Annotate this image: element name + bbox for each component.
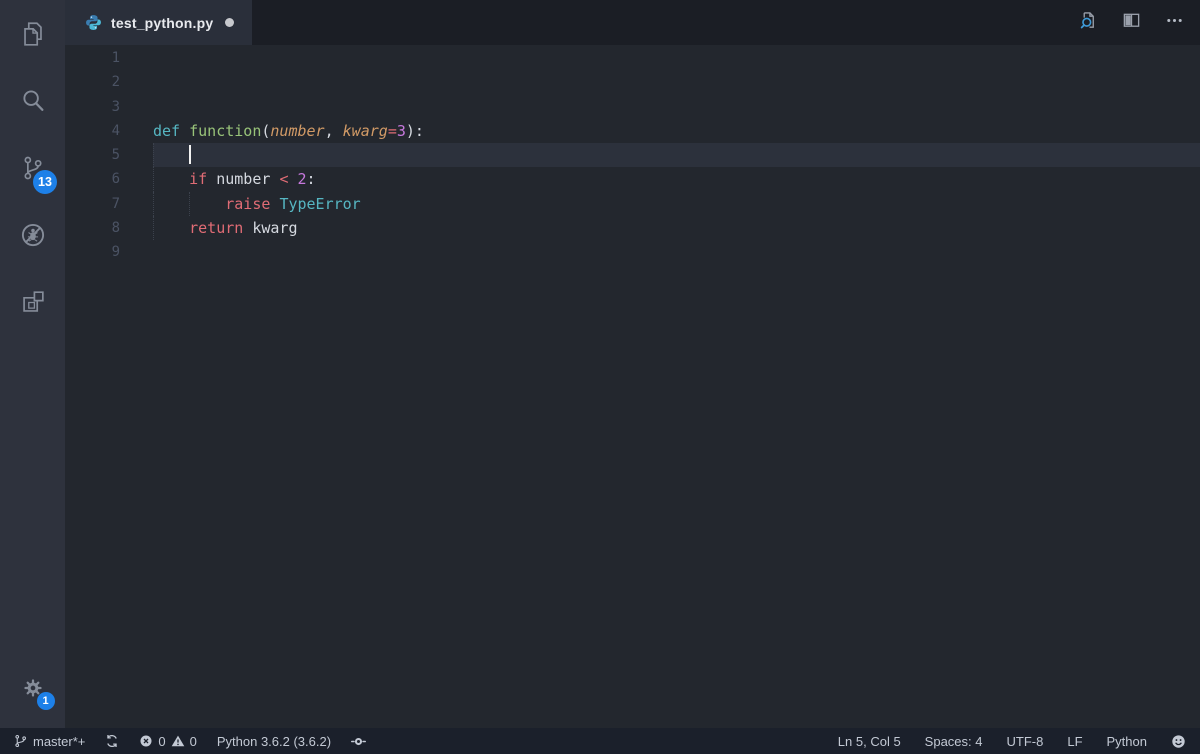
- tab-bar: test_python.py: [65, 0, 1200, 45]
- split-editor-button[interactable]: [1122, 11, 1141, 35]
- code-line-9[interactable]: 9: [65, 240, 1200, 264]
- status-indentation[interactable]: Spaces: 4: [925, 734, 983, 749]
- code-line-2[interactable]: 2: [65, 70, 1200, 94]
- code-line-8[interactable]: 8 return kwarg: [65, 216, 1200, 240]
- badge: 13: [33, 170, 57, 194]
- code-line-5[interactable]: 5: [65, 143, 1200, 167]
- more-icon: [1165, 11, 1184, 35]
- status-text: Python: [1107, 734, 1147, 749]
- status-text: Spaces: 4: [925, 734, 983, 749]
- line-content: raise TypeError: [153, 192, 1200, 216]
- activity-bar-bottom: 1: [0, 660, 65, 720]
- modified-dot-icon[interactable]: [225, 18, 234, 27]
- code-line-7[interactable]: 7 raise TypeError: [65, 192, 1200, 216]
- status-git-branch[interactable]: master*+: [14, 734, 85, 749]
- status-text: 0: [190, 734, 197, 749]
- files-icon: [18, 19, 48, 49]
- error-icon: [139, 734, 153, 748]
- indent-guide: [153, 216, 154, 240]
- status-text: Ln 5, Col 5: [838, 734, 901, 749]
- indent-guide: [153, 167, 154, 191]
- status-text: UTF-8: [1007, 734, 1044, 749]
- status-sync[interactable]: [105, 734, 119, 748]
- line-content: [153, 95, 1200, 119]
- line-content: if number < 2:: [153, 167, 1200, 191]
- tab-test-python[interactable]: test_python.py: [65, 0, 252, 45]
- code-line-1[interactable]: 1: [65, 46, 1200, 70]
- activity-item-search[interactable]: [0, 67, 65, 134]
- line-content: return kwarg: [153, 216, 1200, 240]
- line-number: 5: [65, 143, 120, 167]
- status-right: Ln 5, Col 5 Spaces: 4 UTF-8 LF Python: [838, 734, 1186, 749]
- status-text: master*+: [33, 734, 85, 749]
- warning-icon: [171, 734, 185, 748]
- text-cursor: [189, 145, 191, 164]
- activity-item-settings[interactable]: 1: [20, 675, 46, 706]
- line-number: 3: [65, 95, 120, 119]
- python-file-icon: [85, 14, 102, 31]
- code-line-3[interactable]: 3: [65, 95, 1200, 119]
- preview-icon: [1079, 11, 1098, 35]
- code-line-6[interactable]: 6 if number < 2:: [65, 167, 1200, 191]
- status-language-mode[interactable]: Python: [1107, 734, 1147, 749]
- tab-title: test_python.py: [111, 15, 213, 31]
- target-icon: [351, 734, 366, 749]
- line-number: 8: [65, 216, 120, 240]
- status-problems[interactable]: 00: [139, 734, 196, 749]
- line-content: [153, 70, 1200, 94]
- line-number: 6: [65, 167, 120, 191]
- status-text: LF: [1067, 734, 1082, 749]
- status-python-version[interactable]: Python 3.6.2 (3.6.2): [217, 734, 331, 749]
- line-number: 2: [65, 70, 120, 94]
- activity-bar: 13 1: [0, 0, 65, 728]
- open-preview-button[interactable]: [1079, 11, 1098, 35]
- activity-item-debug[interactable]: [0, 201, 65, 268]
- activity-item-extensions[interactable]: [0, 268, 65, 335]
- activity-bar-top: 13: [0, 0, 65, 335]
- more-actions-button[interactable]: [1165, 11, 1184, 35]
- status-linter-target[interactable]: [351, 734, 366, 749]
- status-text: Python 3.6.2 (3.6.2): [217, 734, 331, 749]
- editor[interactable]: 1234 def function(number, kwarg=3): 56 if …: [65, 45, 1200, 728]
- code-lines: 1234 def function(number, kwarg=3): 56 if …: [65, 45, 1200, 265]
- branch-icon: [14, 734, 28, 748]
- activity-item-source-control[interactable]: 13: [0, 134, 65, 201]
- code-line-4[interactable]: 4 def function(number, kwarg=3):: [65, 119, 1200, 143]
- status-text: 0: [158, 734, 165, 749]
- line-content: def function(number, kwarg=3):: [153, 119, 1200, 143]
- line-content: [153, 240, 1200, 264]
- status-bar: master*+00Python 3.6.2 (3.6.2) Ln 5, Col…: [0, 728, 1200, 754]
- split-icon: [1122, 11, 1141, 35]
- extensions-icon: [18, 287, 48, 317]
- activity-item-explorer[interactable]: [0, 0, 65, 67]
- debug-icon: [18, 220, 48, 250]
- indent-guide: [189, 192, 190, 216]
- line-content: [153, 46, 1200, 70]
- status-encoding[interactable]: UTF-8: [1007, 734, 1044, 749]
- indent-guide: [153, 143, 154, 167]
- smiley-icon: [1171, 734, 1186, 749]
- status-left: master*+00Python 3.6.2 (3.6.2): [14, 734, 366, 749]
- line-number: 7: [65, 192, 120, 216]
- line-number: 1: [65, 46, 120, 70]
- search-icon: [18, 86, 48, 116]
- line-number: 4: [65, 119, 120, 143]
- editor-actions: [1079, 0, 1184, 45]
- line-number: 9: [65, 240, 120, 264]
- status-feedback[interactable]: [1171, 734, 1186, 749]
- sync-icon: [105, 734, 119, 748]
- status-eol[interactable]: LF: [1067, 734, 1082, 749]
- status-cursor-position[interactable]: Ln 5, Col 5: [838, 734, 901, 749]
- badge: 1: [37, 692, 55, 710]
- line-content: [153, 143, 1200, 167]
- indent-guide: [153, 192, 154, 216]
